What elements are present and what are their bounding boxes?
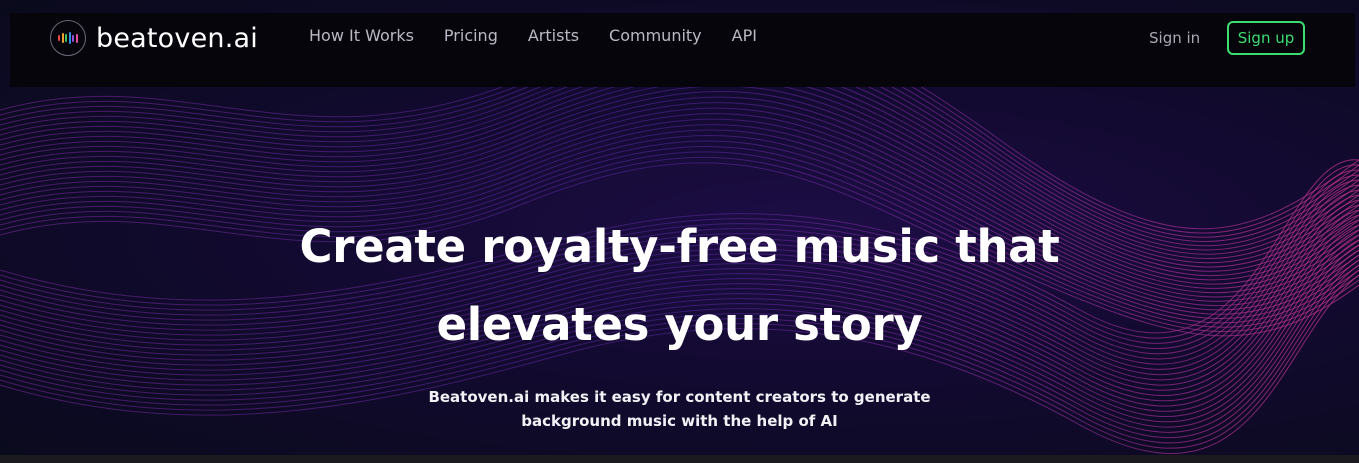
sign-in-link[interactable]: Sign in (1149, 29, 1200, 47)
sign-up-button[interactable]: Sign up (1227, 21, 1305, 55)
bottom-edge (0, 455, 1359, 463)
brand-name: beatoven.ai (96, 22, 258, 54)
hero-headline-line-1: Create royalty-free music that (299, 220, 1060, 273)
hero-headline: Create royalty-free music that elevates … (0, 208, 1359, 364)
nav-link-pricing[interactable]: Pricing (444, 26, 498, 45)
hero-headline-line-2: elevates your story (436, 298, 923, 351)
hero-subtitle: Beatoven.ai makes it easy for content cr… (0, 385, 1359, 433)
nav-link-how-it-works[interactable]: How It Works (309, 26, 414, 45)
page: beatoven.ai How It Works Pricing Artists… (0, 0, 1359, 463)
nav-links: How It Works Pricing Artists Community A… (309, 26, 787, 45)
brand-logo-link[interactable]: beatoven.ai (50, 19, 258, 57)
hero-section: Create royalty-free music that elevates … (0, 208, 1359, 364)
equalizer-bars-logo-icon (50, 20, 86, 56)
nav-link-community[interactable]: Community (609, 26, 702, 45)
nav-link-api[interactable]: API (732, 26, 757, 45)
hero-subtitle-line-2: background music with the help of AI (521, 412, 838, 430)
nav-link-artists[interactable]: Artists (528, 26, 579, 45)
hero-subtitle-line-1: Beatoven.ai makes it easy for content cr… (428, 388, 931, 406)
